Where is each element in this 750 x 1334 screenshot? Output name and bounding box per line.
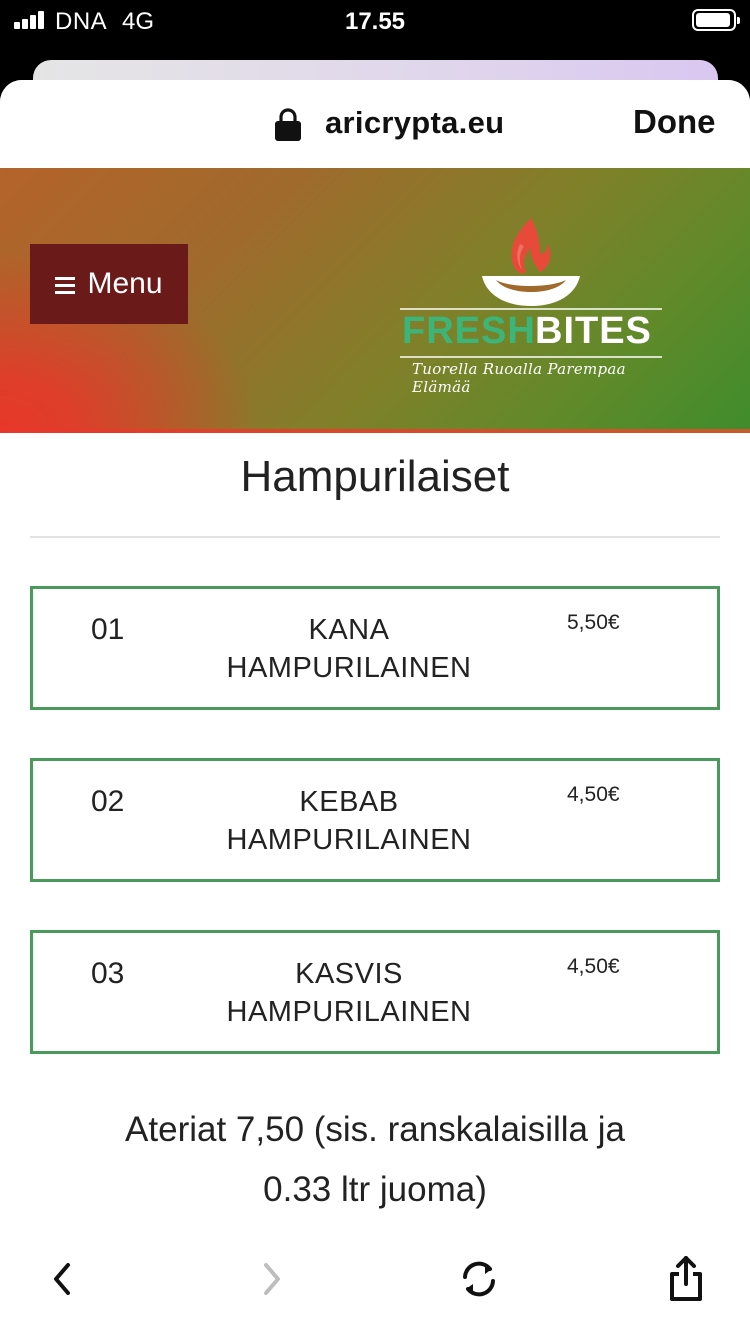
logo-tagline: Tuorella Ruoalla Parempaa Elämää <box>412 360 626 396</box>
browser-toolbar <box>0 1236 750 1334</box>
share-button[interactable] <box>656 1254 716 1304</box>
item-number: 01 <box>91 613 125 646</box>
menu-item-card[interactable]: 03 KASVIS HAMPURILAINEN 4,50€ <box>30 930 720 1054</box>
title-divider <box>30 536 720 538</box>
item-name-line: HAMPURILAINEN <box>226 652 472 684</box>
item-name-line: HAMPURILAINEN <box>226 824 472 856</box>
item-number: 02 <box>91 785 125 818</box>
item-price: 4,50€ <box>567 783 620 806</box>
status-bar: DNA 4G 17.55 <box>0 0 750 42</box>
status-time: 17.55 <box>344 8 406 35</box>
reload-icon <box>463 1261 495 1297</box>
logo-rule <box>400 356 662 358</box>
lock-icon <box>275 108 301 141</box>
chevron-left-icon <box>54 1263 70 1295</box>
hamburger-icon <box>55 277 76 294</box>
site-header: Menu FRESH BITES Tuorella Ruoalla Paremp… <box>0 168 750 432</box>
browser-header: aricrypta.eu Done <box>0 80 750 168</box>
item-price: 4,50€ <box>567 955 620 978</box>
item-name-line: KEBAB <box>299 786 399 818</box>
done-button[interactable]: Done <box>633 103 716 141</box>
url-label[interactable]: aricrypta.eu <box>325 105 504 141</box>
reload-button[interactable] <box>449 1254 509 1304</box>
battery-icon <box>692 9 740 31</box>
item-number: 03 <box>91 957 125 990</box>
page-title: Hampurilaiset <box>240 452 510 501</box>
back-button[interactable] <box>32 1254 92 1304</box>
share-icon <box>670 1256 702 1301</box>
menu-button[interactable]: Menu <box>30 244 188 324</box>
item-name-line: KASVIS <box>295 958 403 990</box>
logo-word-fresh: FRESH <box>402 310 536 352</box>
menu-item-card[interactable]: 02 KEBAB HAMPURILAINEN 4,50€ <box>30 758 720 882</box>
item-name-line: HAMPURILAINEN <box>226 996 472 1028</box>
menu-item-card[interactable]: 01 KANA HAMPURILAINEN 5,50€ <box>30 586 720 710</box>
logo-word-bites: BITES <box>535 310 652 352</box>
meal-note: Ateriat 7,50 (sis. ranskalaisilla ja 0.3… <box>40 1100 710 1220</box>
item-price: 5,50€ <box>567 611 620 634</box>
menu-button-label: Menu <box>87 267 163 300</box>
meal-note-line: 0.33 ltr juoma) <box>263 1170 487 1209</box>
item-name-line: KANA <box>308 614 390 646</box>
meal-note-line: Ateriat 7,50 (sis. ranskalaisilla ja <box>125 1110 625 1149</box>
header-divider <box>0 429 750 433</box>
forward-button[interactable] <box>242 1254 302 1304</box>
chevron-right-icon <box>264 1263 280 1295</box>
item-name: KEBAB HAMPURILAINEN <box>193 783 505 859</box>
browser-sheet: aricrypta.eu Done Menu FRESH BITES Tuore… <box>0 80 750 1334</box>
item-name: KANA HAMPURILAINEN <box>193 611 505 687</box>
item-name: KASVIS HAMPURILAINEN <box>193 955 505 1031</box>
flame-bowl-icon <box>482 218 580 306</box>
fresh-bites-logo[interactable]: FRESH BITES Tuorella Ruoalla Parempaa El… <box>398 214 664 396</box>
